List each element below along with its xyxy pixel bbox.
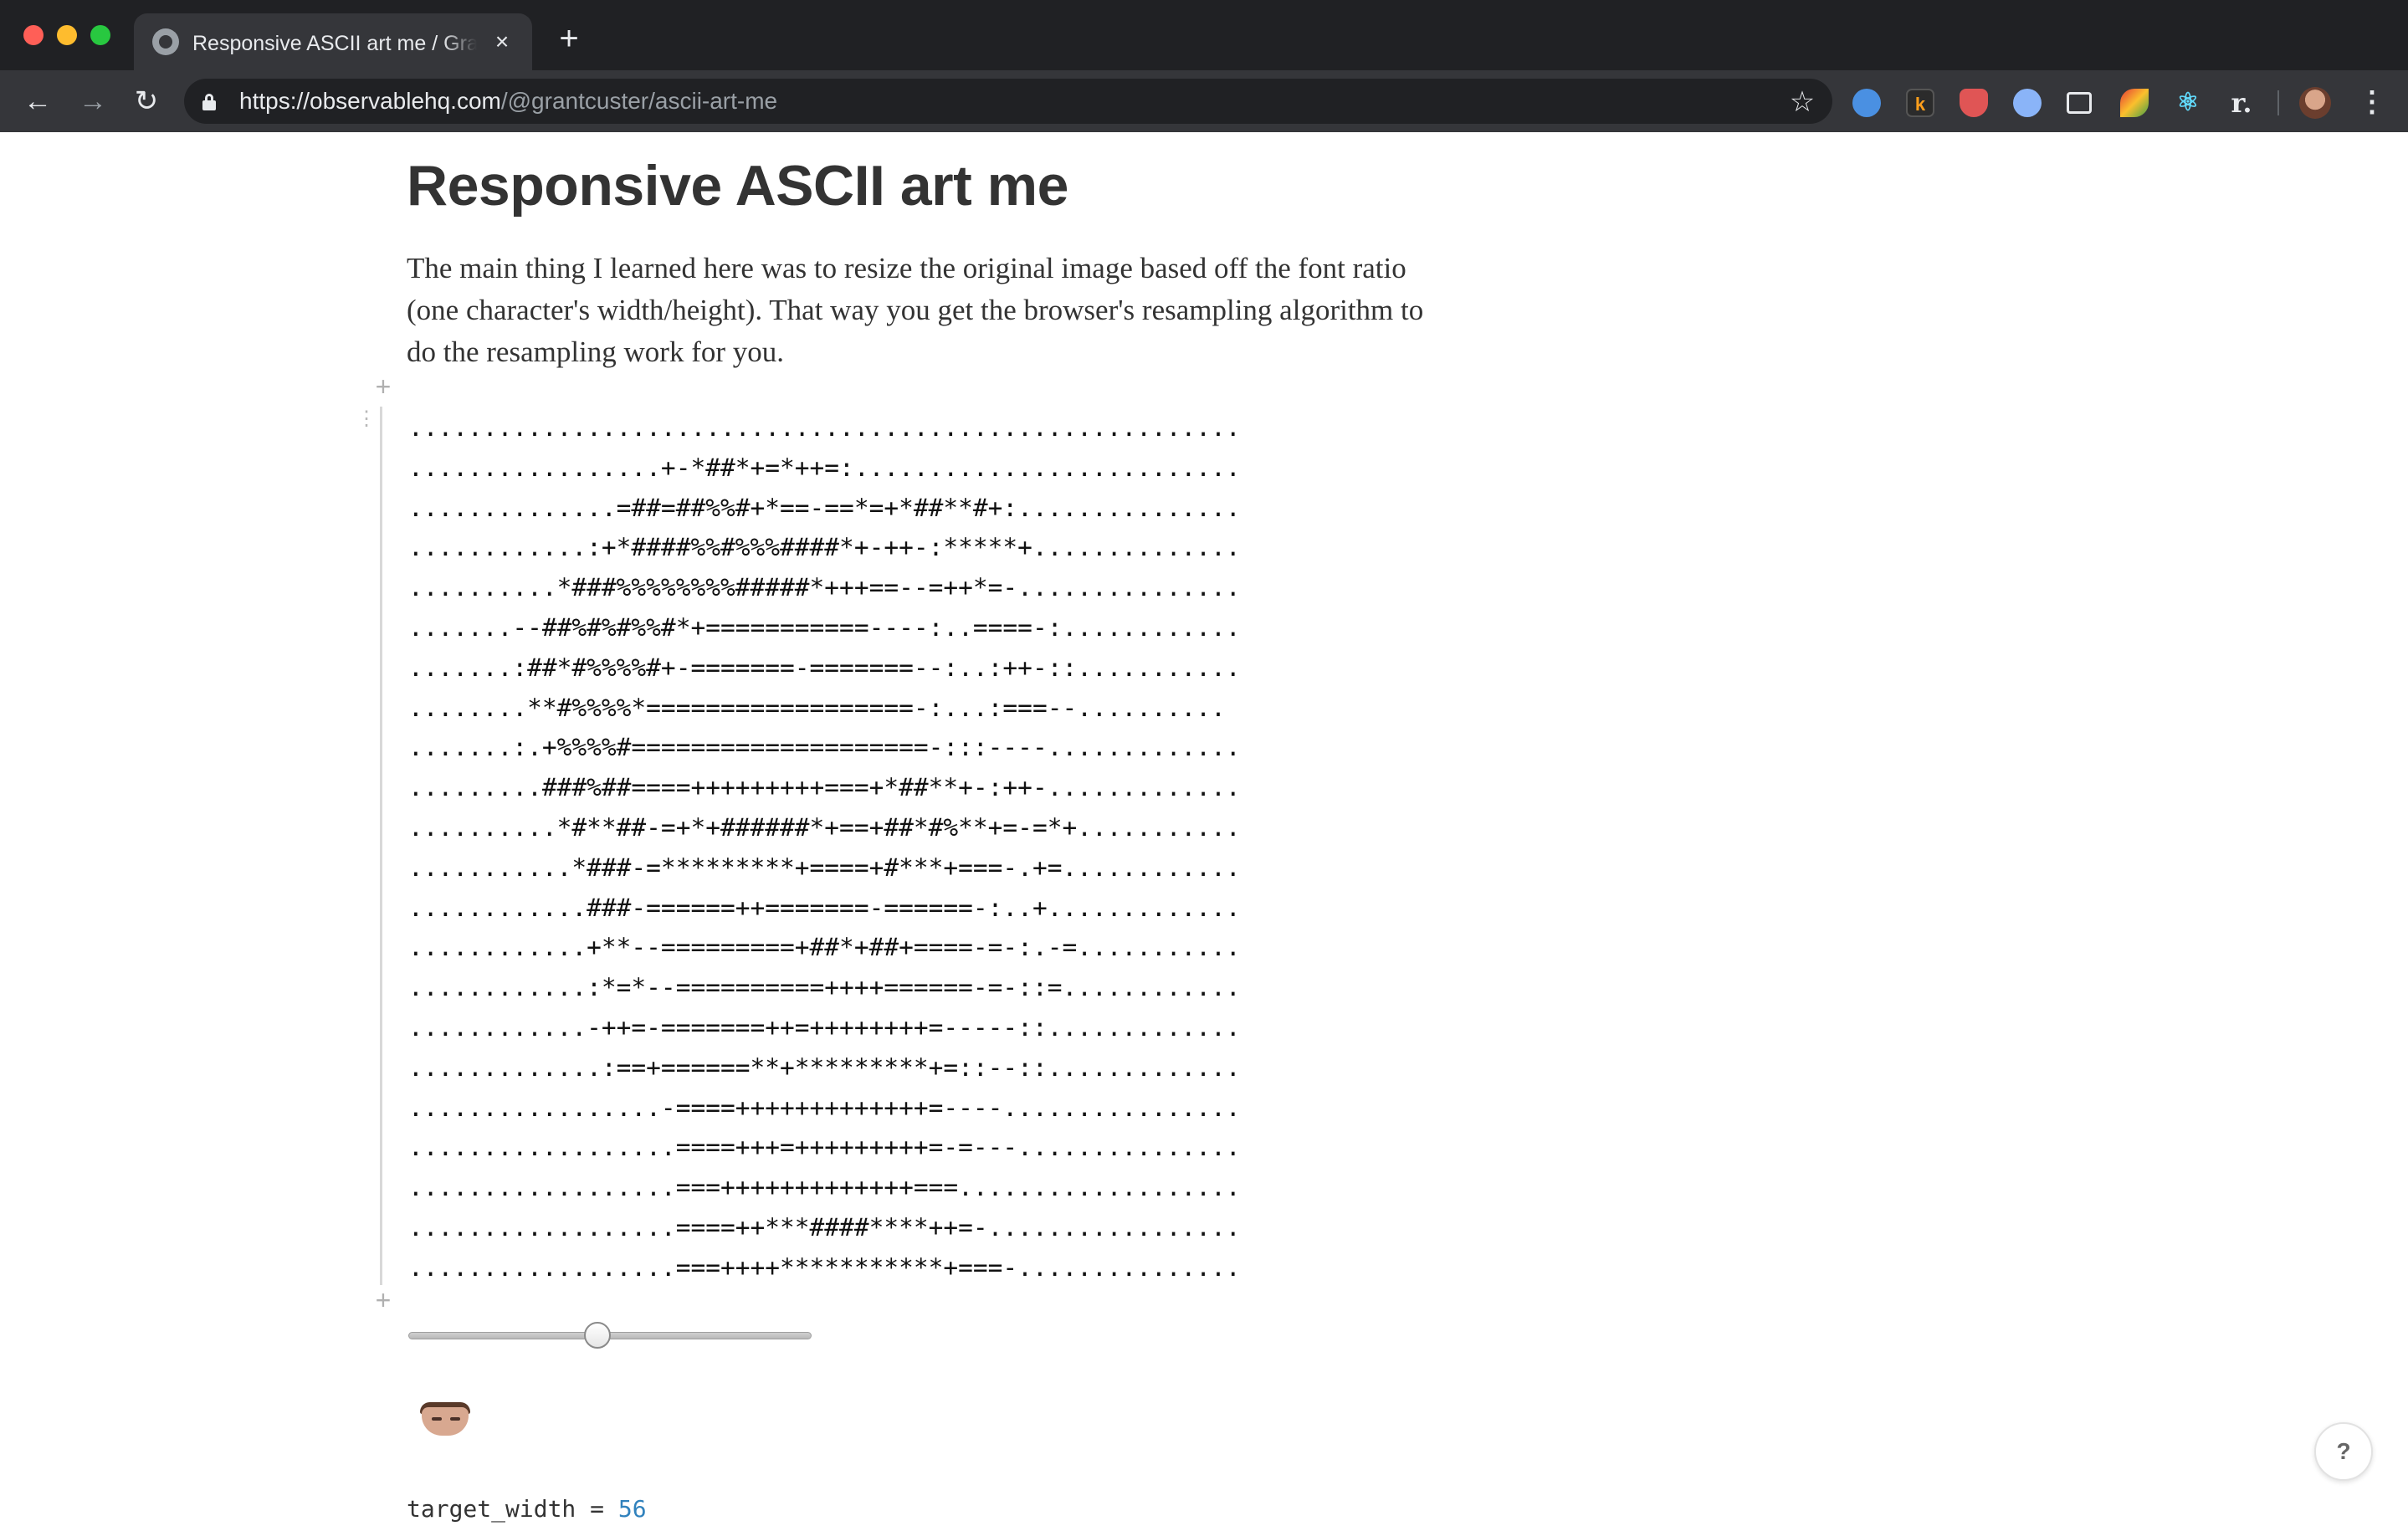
profile-avatar[interactable] [2299,87,2331,119]
minimize-window-button[interactable] [57,25,77,45]
extension-react-devtools-icon[interactable]: ⚛ [2174,89,2202,117]
reload-icon[interactable]: ↻ [129,84,164,119]
slider-thumb[interactable] [584,1322,611,1349]
lock-icon[interactable] [202,94,216,110]
code-number: 56 [617,1495,647,1523]
code-variable: target_width = [407,1495,618,1523]
back-icon[interactable]: ← [20,84,55,119]
extension-leaf-icon[interactable] [2120,89,2149,117]
bookmark-star-icon[interactable]: ☆ [1786,85,1819,119]
close-tab-icon[interactable]: × [489,28,515,55]
forward-icon[interactable]: → [75,84,110,119]
tab-title: Responsive ASCII art me / Grant Custer /… [192,32,477,55]
add-cell-below-icon[interactable]: + [373,1287,393,1313]
browser-tab-bar: Responsive ASCII art me / Grant Custer /… [0,0,2408,70]
browser-menu-icon[interactable]: ⋮ [2358,85,2386,119]
extension-shield-icon[interactable] [1960,89,1988,117]
extension-k-icon[interactable]: k [1906,89,1934,117]
cell-focus-rule [380,407,382,1285]
url-text[interactable]: https://observablehq.com/@grantcuster/as… [239,87,777,115]
target-width-cell[interactable]: target_width = 56 [407,1493,647,1526]
help-button[interactable]: ? [2314,1422,2373,1481]
ascii-art-output: ........................................… [408,413,1241,1282]
extension-circle-icon[interactable] [2013,89,2042,117]
url-path: /@grantcuster/ascii-art-me [500,88,778,114]
close-window-button[interactable] [23,25,44,45]
cell-menu-icon[interactable]: ⋮ [356,409,377,440]
page-title: Responsive ASCII art me [407,154,1068,218]
browser-tab-active[interactable]: Responsive ASCII art me / Grant Custer /… [134,13,532,70]
extension-r-icon[interactable]: r. [2227,89,2256,117]
toolbar-divider [2277,90,2279,115]
browser-toolbar: ← → ↻ https://observablehq.com/@grantcus… [0,70,2408,132]
url-domain: https://observablehq.com [239,88,501,114]
new-tab-button[interactable]: + [552,22,586,55]
intro-paragraph: The main thing I learned here was to res… [407,252,1424,368]
observable-favicon-icon [152,28,179,55]
extension-picture-in-picture-icon[interactable] [2067,92,2092,114]
add-cell-above-icon[interactable]: + [373,373,393,400]
address-bar[interactable]: https://observablehq.com/@grantcuster/as… [184,79,1832,124]
source-photo-thumbnail [408,1395,480,1439]
extension-vimium-icon[interactable] [1852,89,1881,117]
width-slider[interactable] [408,1322,812,1350]
zoom-window-button[interactable] [90,25,110,45]
